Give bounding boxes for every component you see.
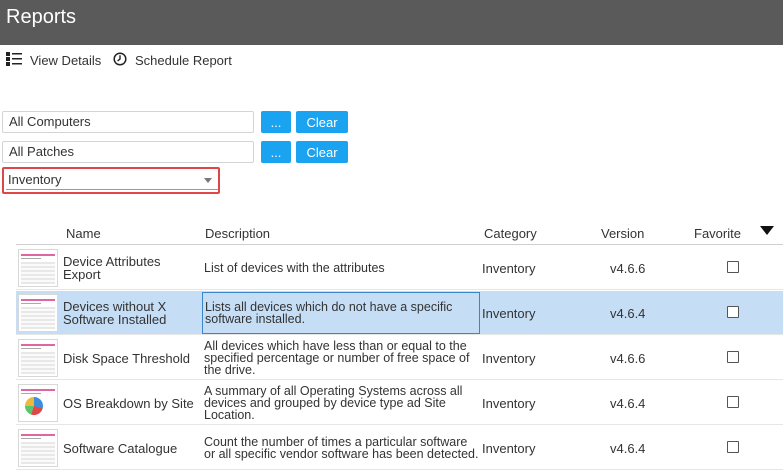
favorite-checkbox[interactable] — [727, 351, 739, 363]
table-row[interactable]: Device Attributes Export List of devices… — [16, 246, 783, 290]
report-category: Inventory — [482, 305, 536, 321]
view-details-button[interactable]: View Details — [6, 52, 101, 69]
computers-clear-button[interactable]: Clear — [296, 111, 348, 133]
column-header-description[interactable]: Description — [205, 226, 270, 241]
table-row[interactable]: Software Catalogue Count the number of t… — [16, 426, 783, 470]
report-name: Disk Space Threshold — [63, 350, 190, 366]
list-view-icon — [6, 52, 22, 69]
report-version: v4.6.6 — [610, 260, 646, 276]
report-name: Software Catalogue — [63, 440, 178, 456]
report-version: v4.6.4 — [610, 440, 646, 456]
report-name: OS Breakdown by Site — [63, 395, 194, 411]
computers-field[interactable]: All Computers — [2, 111, 254, 133]
favorite-checkbox[interactable] — [727, 306, 739, 318]
table-row[interactable]: Disk Space Threshold All devices which h… — [16, 336, 783, 380]
column-header-category[interactable]: Category — [484, 226, 537, 241]
report-name: Devices without X Software Installed — [63, 299, 167, 327]
schedule-report-button[interactable]: Schedule Report — [113, 52, 232, 69]
report-category: Inventory — [482, 260, 536, 276]
column-header-favorite[interactable]: Favorite — [694, 226, 741, 241]
report-version: v4.6.4 — [610, 395, 646, 411]
report-description: All devices which have less than or equa… — [204, 339, 470, 377]
patches-clear-button[interactable]: Clear — [296, 141, 348, 163]
patches-field[interactable]: All Patches — [2, 141, 254, 163]
report-description: Count the number of times a particular s… — [204, 435, 479, 461]
report-thumbnail-icon — [18, 249, 58, 287]
report-thumbnail-icon — [18, 294, 58, 332]
page-title: Reports — [6, 6, 77, 28]
favorite-checkbox[interactable] — [727, 441, 739, 453]
computers-browse-button[interactable]: ... — [261, 111, 291, 133]
patches-browse-button[interactable]: ... — [261, 141, 291, 163]
report-version: v4.6.4 — [610, 305, 646, 321]
report-category: Inventory — [482, 350, 536, 366]
report-thumbnail-icon — [18, 339, 58, 377]
report-description: A summary of all Operating Systems acros… — [204, 384, 463, 422]
clock-icon — [113, 52, 127, 69]
column-header-name[interactable]: Name — [66, 226, 101, 241]
report-description: List of devices with the attributes — [204, 261, 385, 275]
toolbar: View Details Schedule Report — [0, 45, 783, 75]
schedule-report-label: Schedule Report — [135, 53, 232, 68]
report-thumbnail-icon — [18, 429, 58, 467]
report-name: Device Attributes Export — [63, 254, 161, 282]
title-bar: Reports — [0, 0, 783, 45]
view-details-label: View Details — [30, 53, 102, 68]
report-version: v4.6.6 — [610, 350, 646, 366]
sort-down-icon[interactable] — [760, 226, 774, 235]
report-pie-thumbnail-icon — [18, 384, 58, 422]
report-category: Inventory — [482, 440, 536, 456]
report-category: Inventory — [482, 395, 536, 411]
favorite-checkbox[interactable] — [727, 261, 739, 273]
table-header: Name Description Category Version Favori… — [16, 220, 783, 245]
column-header-version[interactable]: Version — [601, 226, 644, 241]
report-description: Lists all devices which do not have a sp… — [202, 292, 480, 334]
favorite-checkbox[interactable] — [727, 396, 739, 408]
table-row-selected[interactable]: Devices without X Software Installed Lis… — [16, 291, 783, 335]
table-row[interactable]: OS Breakdown by Site A summary of all Op… — [16, 381, 783, 425]
category-highlight-box — [2, 167, 220, 194]
